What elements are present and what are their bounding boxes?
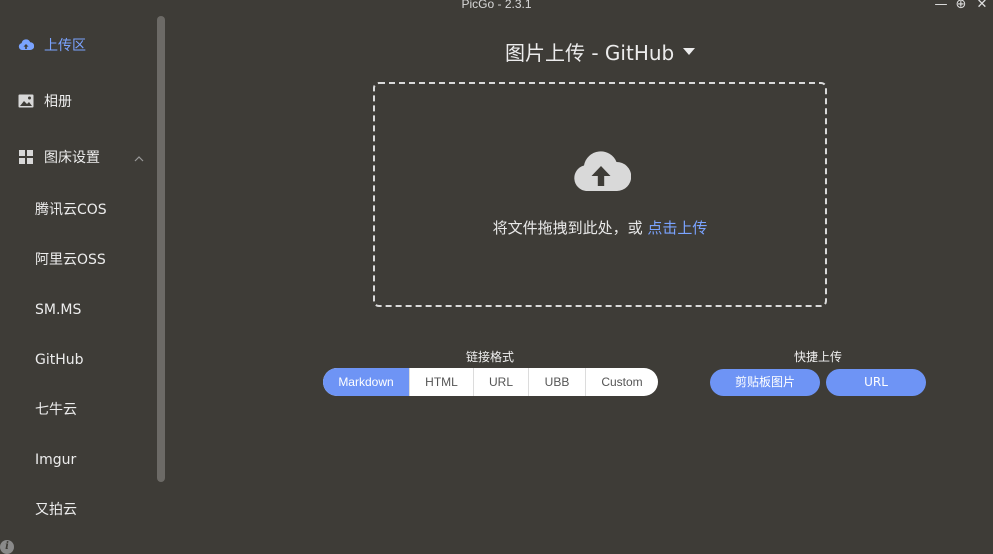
format-custom-button[interactable]: Custom [586, 368, 658, 396]
sidebar-item-upyun[interactable]: 又拍云 [35, 499, 77, 521]
minimize-icon[interactable]: — [934, 0, 948, 12]
sidebar-item-album[interactable]: 相册 [18, 89, 72, 113]
image-icon [18, 93, 34, 109]
sidebar-item-settings[interactable]: 图床设置 [18, 145, 100, 169]
info-icon[interactable]: i [0, 540, 14, 554]
link-format-label: 链接格式 [465, 350, 514, 364]
sidebar-scrollbar[interactable] [157, 16, 165, 482]
grid-icon [18, 149, 34, 165]
sidebar-item-upload[interactable]: 上传区 [18, 33, 86, 57]
picgo-window: PicGo - 2.3.1 — ⊕ ✕ 上传区 相册 图床设置 腾讯云COS 阿… [0, 0, 993, 554]
chevron-up-icon[interactable] [133, 150, 145, 162]
quick-upload-label: 快捷上传 [793, 350, 842, 364]
format-markdown-button[interactable]: Markdown [323, 368, 410, 396]
sidebar-item-smms[interactable]: SM.MS [35, 299, 81, 321]
clipboard-upload-button[interactable]: 剪贴板图片 [710, 369, 820, 396]
sidebar-item-imgur[interactable]: Imgur [35, 449, 76, 471]
format-ubb-button[interactable]: UBB [529, 368, 586, 396]
maximize-icon[interactable]: ⊕ [954, 0, 968, 12]
url-upload-button[interactable]: URL [826, 369, 926, 396]
sidebar-item-label: 上传区 [44, 38, 86, 54]
sidebar-item-label: 图床设置 [44, 150, 100, 166]
cloud-upload-icon [571, 146, 632, 192]
page-title: 图片上传 - GitHub [505, 41, 675, 65]
drop-hint-text: 将文件拖拽到此处，或 [492, 219, 648, 237]
link-format-group: Markdown HTML URL UBB Custom [323, 368, 658, 396]
cloud-upload-icon [18, 37, 34, 53]
sidebar: 上传区 相册 图床设置 腾讯云COS 阿里云OSS SM.MS GitHub 七… [0, 0, 168, 554]
format-html-button[interactable]: HTML [410, 368, 474, 396]
sidebar-item-qiniu[interactable]: 七牛云 [35, 399, 77, 421]
drop-hint: 将文件拖拽到此处，或 点击上传 [375, 217, 825, 238]
sidebar-item-github[interactable]: GitHub [35, 349, 84, 371]
close-icon[interactable]: ✕ [975, 0, 989, 12]
upload-dropzone[interactable]: 将文件拖拽到此处，或 点击上传 [373, 82, 827, 307]
picbed-selector[interactable]: 图片上传 - GitHub [505, 37, 696, 66]
sidebar-item-label: 相册 [44, 94, 72, 110]
format-url-button[interactable]: URL [474, 368, 529, 396]
sidebar-item-aliyun-oss[interactable]: 阿里云OSS [35, 249, 106, 271]
caret-down-icon [683, 48, 696, 55]
click-upload-link[interactable]: 点击上传 [647, 219, 707, 237]
sidebar-item-tencent-cos[interactable]: 腾讯云COS [35, 199, 107, 221]
